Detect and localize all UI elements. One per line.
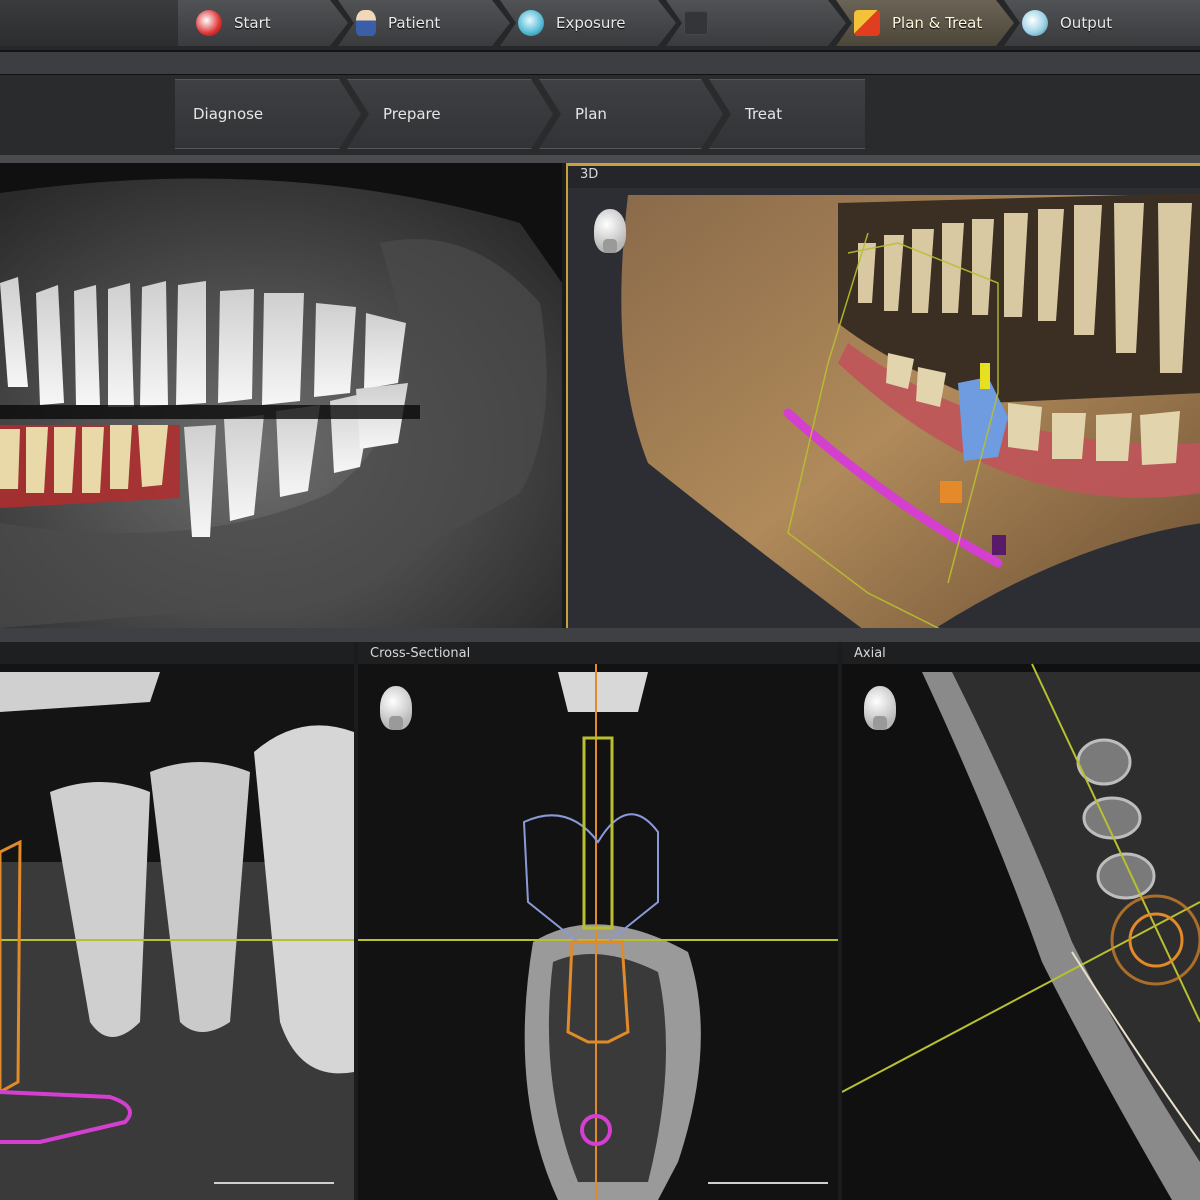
subworkflow-step-label: Plan xyxy=(575,105,607,123)
workflow-step-plan-treat[interactable]: Plan & Treat xyxy=(836,0,1014,46)
orientation-skull-icon[interactable] xyxy=(594,209,626,253)
orientation-skull-icon[interactable] xyxy=(864,686,896,730)
workflow-step-label: Output xyxy=(1060,14,1113,32)
workflow-step-output[interactable]: Output xyxy=(1004,0,1200,46)
cross-sectional-view[interactable]: Cross-Sectional xyxy=(358,642,838,1200)
subworkflow-step-label: Diagnose xyxy=(193,105,264,123)
cross-sectional-image xyxy=(358,664,838,1200)
panel-divider-lower xyxy=(0,628,1200,642)
exposure-icon xyxy=(518,10,544,36)
disabled-step-icon xyxy=(684,11,708,35)
workflow-bar-left-space xyxy=(0,0,178,46)
scale-bar xyxy=(708,1182,828,1184)
workflow-step-label: Plan & Treat xyxy=(892,14,983,32)
scale-bar xyxy=(214,1182,334,1184)
orientation-skull-icon[interactable] xyxy=(380,686,412,730)
workflow-step-start[interactable]: Start xyxy=(178,0,348,46)
view-3d[interactable]: 3D xyxy=(566,163,1200,628)
tangential-view[interactable] xyxy=(0,642,354,1200)
workflow-step-disabled xyxy=(666,0,846,46)
axial-image xyxy=(842,663,1200,1200)
panoramic-image xyxy=(0,163,562,628)
panel-divider xyxy=(0,155,1200,163)
subworkflow-step-treat[interactable]: Treat xyxy=(709,79,865,149)
subworkflow-step-plan[interactable]: Plan xyxy=(539,79,723,149)
cross-sectional-label: Cross-Sectional xyxy=(370,646,471,661)
workflow-step-exposure[interactable]: Exposure xyxy=(500,0,676,46)
output-icon xyxy=(1022,10,1048,36)
axial-view[interactable]: Axial xyxy=(842,642,1200,1200)
home-icon xyxy=(196,10,222,36)
subworkflow-step-label: Prepare xyxy=(383,105,441,123)
subworkflow-bar: Diagnose Prepare Plan Treat xyxy=(0,75,1200,155)
subworkflow-step-label: Treat xyxy=(745,105,783,123)
subworkflow-step-prepare[interactable]: Prepare xyxy=(347,79,553,149)
workflow-step-patient[interactable]: Patient xyxy=(338,0,510,46)
workflow-bar: Start Patient Exposure Plan & Treat Outp… xyxy=(0,0,1200,52)
toolbar-band xyxy=(0,52,1200,75)
subworkflow-step-diagnose[interactable]: Diagnose xyxy=(175,79,361,149)
view-3d-label: 3D xyxy=(580,167,599,182)
tangential-image xyxy=(0,664,354,1200)
panoramic-view[interactable] xyxy=(0,163,562,628)
axial-label: Axial xyxy=(854,646,886,661)
view-3d-image xyxy=(621,193,1200,628)
plan-treat-icon xyxy=(854,10,880,36)
workflow-step-label: Start xyxy=(234,14,271,32)
workflow-step-label: Exposure xyxy=(556,14,626,32)
patient-icon xyxy=(356,10,376,36)
workflow-step-label: Patient xyxy=(388,14,441,32)
